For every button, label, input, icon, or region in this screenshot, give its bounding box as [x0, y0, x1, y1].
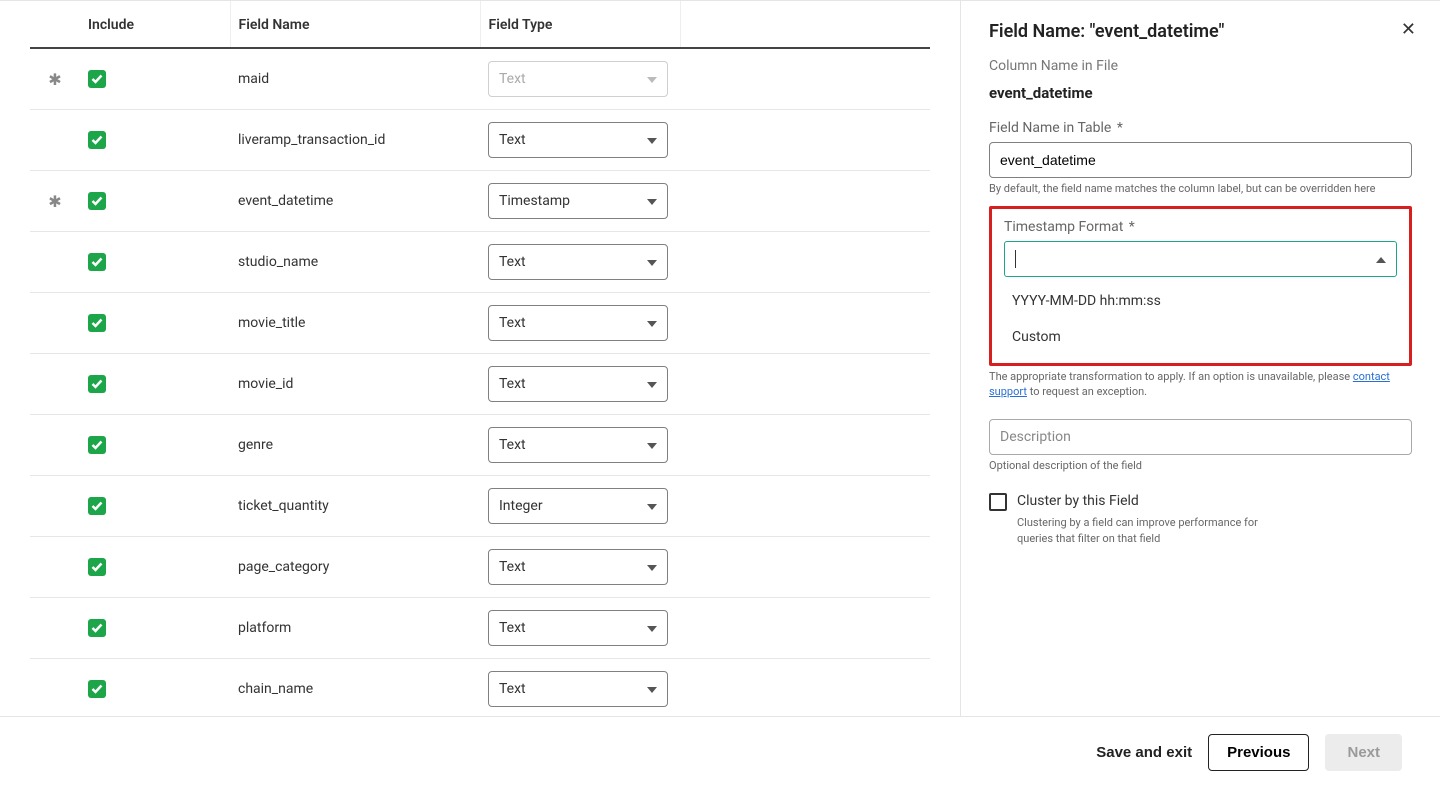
th-include: Include — [80, 1, 230, 48]
chevron-down-icon — [647, 193, 657, 209]
timestamp-option-iso[interactable]: YYYY-MM-DD hh:mm:ss — [1004, 283, 1397, 319]
include-checkbox[interactable] — [88, 436, 106, 454]
include-checkbox[interactable] — [88, 314, 106, 332]
required-marker — [30, 598, 80, 659]
cluster-hint: Clustering by a field can improve perfor… — [1017, 515, 1277, 546]
save-and-exit-button[interactable]: Save and exit — [1096, 744, 1192, 761]
field-name-cell: maid — [230, 48, 480, 110]
th-field-type: Field Type — [480, 1, 680, 48]
field-type-select[interactable]: Timestamp — [488, 183, 668, 219]
table-row[interactable]: ticket_quantityInteger — [30, 476, 930, 537]
table-row[interactable]: ✱ maidText — [30, 48, 930, 110]
field-type-select: Text — [488, 61, 668, 97]
field-name-cell: chain_name — [230, 659, 480, 717]
field-type-select[interactable]: Text — [488, 305, 668, 341]
field-name-cell: event_datetime — [230, 171, 480, 232]
footer-bar: Save and exit Previous Next — [0, 716, 1440, 788]
include-checkbox[interactable] — [88, 253, 106, 271]
table-row[interactable]: chain_nameText — [30, 659, 930, 717]
chevron-up-icon — [1376, 251, 1386, 267]
chevron-down-icon — [647, 681, 657, 697]
cluster-checkbox[interactable] — [989, 493, 1007, 511]
field-type-select[interactable]: Text — [488, 427, 668, 463]
th-field-name: Field Name — [230, 1, 480, 48]
include-checkbox[interactable] — [88, 619, 106, 637]
required-marker — [30, 293, 80, 354]
chevron-down-icon — [647, 71, 657, 87]
include-checkbox[interactable] — [88, 497, 106, 515]
required-marker — [30, 476, 80, 537]
cluster-label: Cluster by this Field — [1017, 493, 1139, 509]
field-name-cell: movie_title — [230, 293, 480, 354]
table-row[interactable]: liveramp_transaction_idText — [30, 110, 930, 171]
required-marker — [30, 537, 80, 598]
field-type-select[interactable]: Integer — [488, 488, 668, 524]
panel-title: Field Name: "event_datetime" — [989, 21, 1412, 42]
field-type-select[interactable]: Text — [488, 366, 668, 402]
field-details-panel: ✕ Field Name: "event_datetime" Column Na… — [960, 1, 1440, 716]
field-name-cell: movie_id — [230, 354, 480, 415]
chevron-down-icon — [647, 620, 657, 636]
field-name-cell: liveramp_transaction_id — [230, 110, 480, 171]
required-marker — [30, 354, 80, 415]
required-marker — [30, 232, 80, 293]
chevron-down-icon — [647, 559, 657, 575]
chevron-down-icon — [647, 315, 657, 331]
required-marker — [30, 110, 80, 171]
timestamp-format-select[interactable] — [1004, 241, 1397, 277]
fields-table-pane: Include Field Name Field Type ✱maidTextl… — [0, 1, 960, 716]
table-row[interactable]: page_categoryText — [30, 537, 930, 598]
field-type-select[interactable]: Text — [488, 671, 668, 707]
include-checkbox[interactable] — [88, 70, 106, 88]
close-icon[interactable]: ✕ — [1401, 19, 1416, 40]
field-type-select[interactable]: Text — [488, 549, 668, 585]
next-button: Next — [1325, 734, 1402, 771]
field-name-cell: studio_name — [230, 232, 480, 293]
table-row[interactable]: movie_idText — [30, 354, 930, 415]
th-spacer — [680, 1, 930, 48]
include-checkbox[interactable] — [88, 558, 106, 576]
include-checkbox[interactable] — [88, 680, 106, 698]
timestamp-format-options: YYYY-MM-DD hh:mm:ss Custom — [1004, 283, 1397, 355]
field-type-select[interactable]: Text — [488, 610, 668, 646]
column-name-label: Column Name in File — [989, 58, 1412, 74]
field-type-select[interactable]: Text — [488, 244, 668, 280]
timestamp-option-custom[interactable]: Custom — [1004, 319, 1397, 355]
field-name-in-table-input[interactable] — [989, 142, 1412, 178]
column-name-value: event_datetime — [989, 84, 1412, 102]
include-checkbox[interactable] — [88, 131, 106, 149]
table-row[interactable]: movie_titleText — [30, 293, 930, 354]
field-name-cell: platform — [230, 598, 480, 659]
include-checkbox[interactable] — [88, 192, 106, 210]
include-checkbox[interactable] — [88, 375, 106, 393]
chevron-down-icon — [647, 132, 657, 148]
th-required — [30, 1, 80, 48]
timestamp-format-highlight: Timestamp Format * YYYY-MM-DD hh:mm:ss C… — [989, 206, 1412, 366]
description-hint: Optional description of the field — [989, 459, 1412, 473]
chevron-down-icon — [647, 437, 657, 453]
chevron-down-icon — [647, 376, 657, 392]
field-name-cell: page_category — [230, 537, 480, 598]
required-marker: ✱ — [30, 171, 80, 232]
table-row[interactable]: studio_nameText — [30, 232, 930, 293]
table-row[interactable]: genreText — [30, 415, 930, 476]
fields-table: Include Field Name Field Type ✱maidTextl… — [30, 1, 930, 716]
chevron-down-icon — [647, 254, 657, 270]
description-input[interactable]: Description — [989, 419, 1412, 455]
field-name-in-table-label: Field Name in Table * — [989, 120, 1412, 136]
required-marker — [30, 659, 80, 717]
transform-hint: The appropriate transformation to apply.… — [989, 370, 1412, 399]
previous-button[interactable]: Previous — [1208, 734, 1309, 771]
timestamp-format-label: Timestamp Format * — [1004, 219, 1397, 235]
field-name-cell: genre — [230, 415, 480, 476]
required-marker: ✱ — [30, 48, 80, 110]
required-marker — [30, 415, 80, 476]
field-type-select[interactable]: Text — [488, 122, 668, 158]
table-row[interactable]: ✱ event_datetimeTimestamp — [30, 171, 930, 232]
field-name-cell: ticket_quantity — [230, 476, 480, 537]
field-name-hint: By default, the field name matches the c… — [989, 182, 1412, 196]
chevron-down-icon — [647, 498, 657, 514]
table-row[interactable]: platformText — [30, 598, 930, 659]
